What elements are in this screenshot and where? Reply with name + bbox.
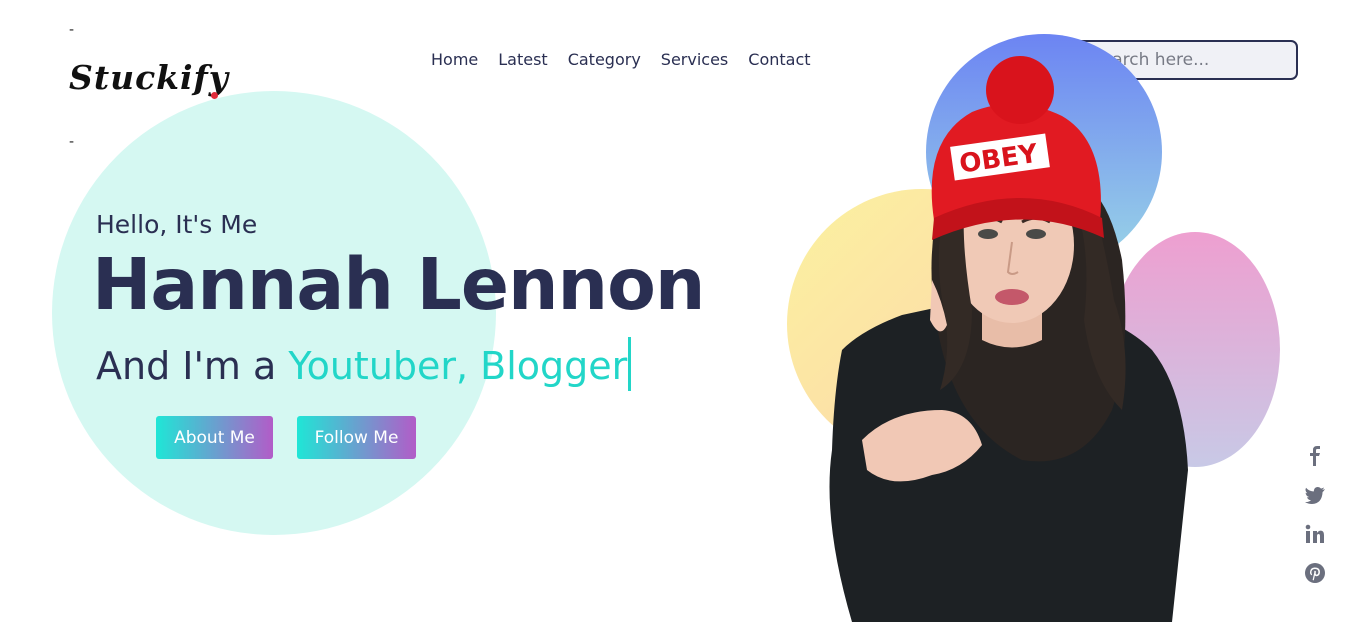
social-links — [1304, 445, 1326, 584]
main-nav: Home Latest Category Services Contact — [431, 50, 811, 69]
linkedin-icon[interactable] — [1304, 523, 1326, 545]
about-me-button[interactable]: About Me — [156, 416, 273, 459]
hero-greeting: Hello, It's Me — [96, 210, 258, 239]
dash-bottom: - — [69, 134, 75, 150]
role-highlight: Youtuber, Blogger — [288, 344, 628, 388]
nav-home[interactable]: Home — [431, 50, 478, 69]
follow-me-button[interactable]: Follow Me — [297, 416, 416, 459]
typing-cursor — [628, 337, 632, 391]
dash-top: - — [69, 22, 75, 38]
pinterest-icon[interactable] — [1304, 562, 1326, 584]
role-prefix: And I'm a — [96, 344, 277, 388]
portrait-image: OBEY — [829, 56, 1188, 622]
twitter-icon[interactable] — [1304, 484, 1326, 506]
facebook-icon[interactable] — [1304, 445, 1326, 467]
nav-contact[interactable]: Contact — [748, 50, 810, 69]
hero-role: And I'm a Youtuber, Blogger — [96, 337, 632, 391]
nav-services[interactable]: Services — [661, 50, 728, 69]
hero-name: Hannah Lennon — [92, 243, 705, 326]
nav-latest[interactable]: Latest — [498, 50, 547, 69]
logo[interactable]: Stuckify — [69, 58, 229, 97]
nav-category[interactable]: Category — [568, 50, 641, 69]
